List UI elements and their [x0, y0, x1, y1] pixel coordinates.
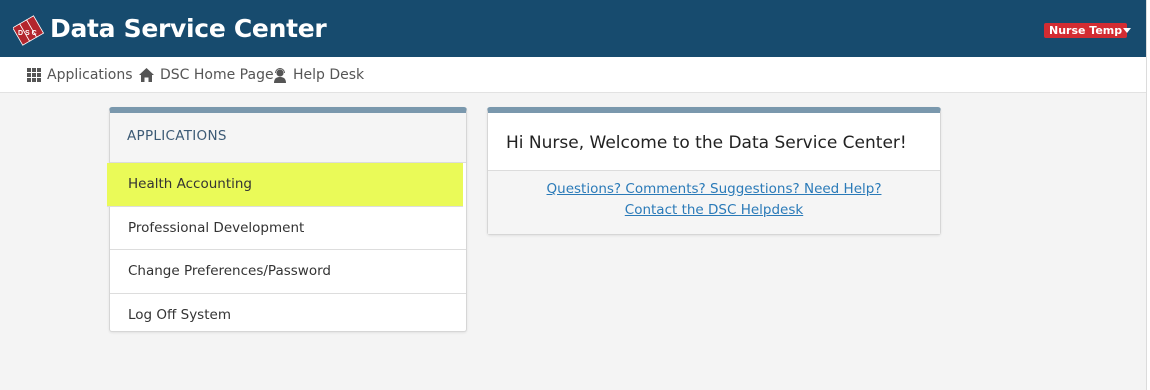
app-item-change-preferences[interactable]: Change Preferences/Password: [110, 250, 466, 294]
svg-text:D S C: D S C: [18, 30, 37, 37]
nav-item-help-desk[interactable]: Help Desk: [273, 67, 364, 83]
app-title: Data Service Center: [50, 14, 327, 43]
app-item-log-off[interactable]: Log Off System: [110, 294, 466, 338]
applications-list: Health Accounting Professional Developme…: [107, 163, 466, 338]
top-header-bar: D S C Data Service Center Nurse Temp: [0, 0, 1146, 57]
user-menu-badge[interactable]: Nurse Temp: [1044, 23, 1128, 38]
applications-panel: APPLICATIONS Health Accounting Professio…: [107, 107, 467, 332]
nav-item-label: DSC Home Page: [160, 67, 274, 83]
welcome-title: Hi Nurse, Welcome to the Data Service Ce…: [488, 113, 940, 171]
applications-panel-header: APPLICATIONS: [110, 113, 466, 163]
nav-item-label: Applications: [47, 67, 133, 83]
nav-item-label: Help Desk: [293, 67, 365, 83]
app-item-health-accounting[interactable]: Health Accounting: [107, 163, 463, 207]
user-support-icon: [274, 67, 286, 83]
home-icon: [139, 68, 154, 82]
help-link[interactable]: Questions? Comments? Suggestions? Need H…: [488, 179, 940, 200]
dsc-logo-icon[interactable]: D S C: [13, 12, 45, 48]
nav-bar: Applications DSC Home Page Help Desk: [0, 57, 1146, 93]
contact-helpdesk-link[interactable]: Contact the DSC Helpdesk: [488, 200, 940, 221]
welcome-links: Questions? Comments? Suggestions? Need H…: [488, 171, 940, 234]
scrollbar-track[interactable]: [1146, 0, 1150, 390]
caret-down-icon[interactable]: [1123, 28, 1131, 33]
welcome-panel: Hi Nurse, Welcome to the Data Service Ce…: [487, 107, 941, 235]
nav-item-dsc-home[interactable]: DSC Home Page: [139, 67, 274, 83]
app-item-professional-development[interactable]: Professional Development: [110, 207, 466, 250]
nav-item-applications[interactable]: Applications: [27, 67, 133, 83]
grid-icon: [27, 68, 41, 82]
